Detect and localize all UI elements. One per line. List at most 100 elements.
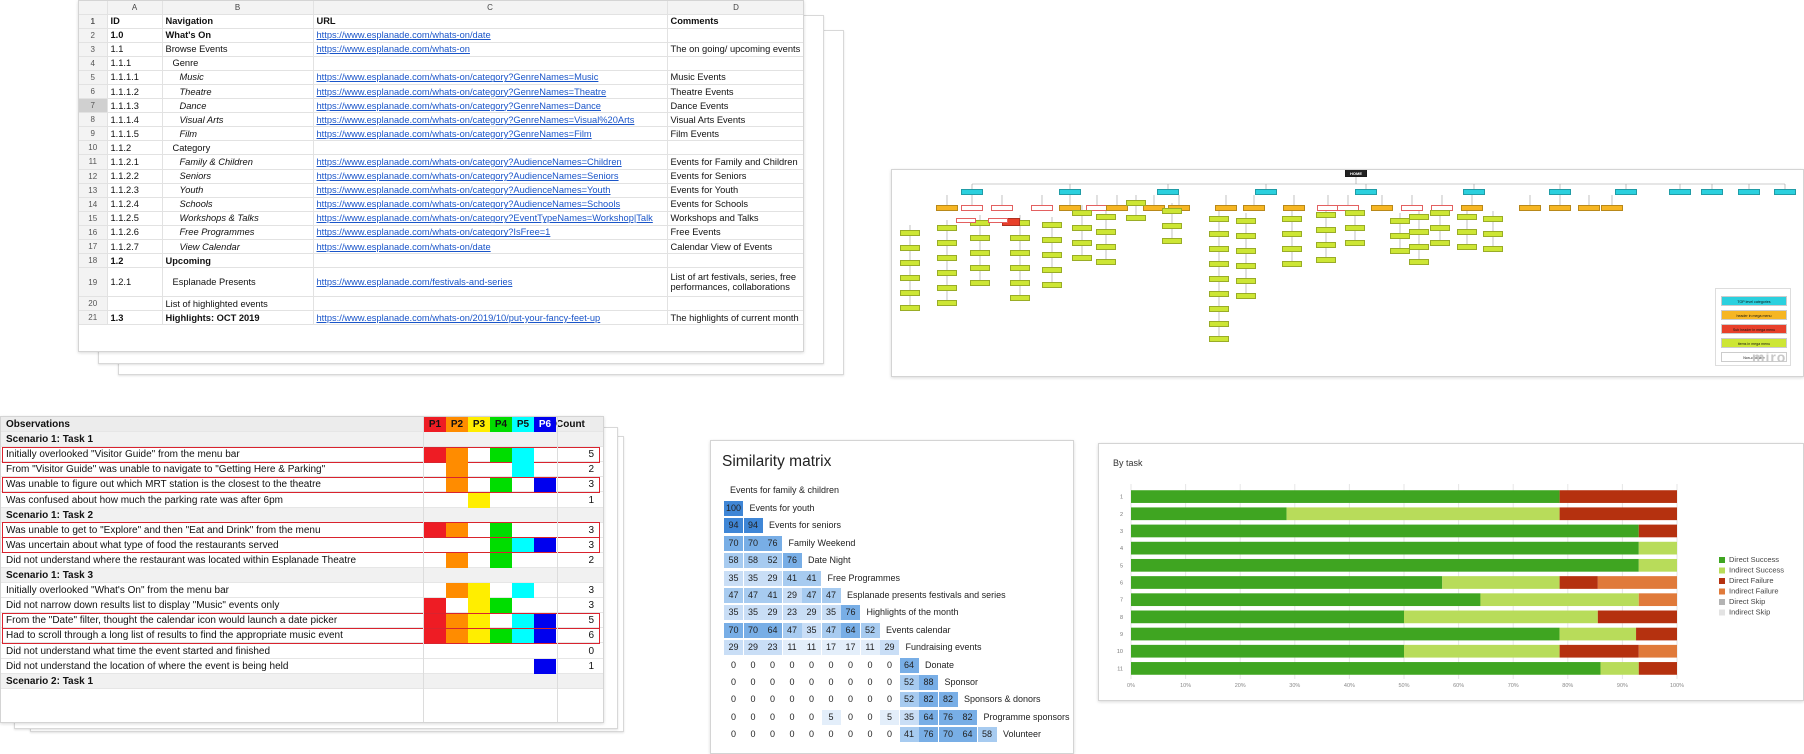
row-number[interactable]: 9 <box>79 126 108 142</box>
url-link[interactable]: https://www.esplanade.com/whats-on/categ… <box>313 169 668 184</box>
navigation-cell[interactable]: Highlights: OCT 2019 <box>162 310 314 326</box>
row-number[interactable]: 4 <box>79 56 108 71</box>
comment-cell[interactable]: Calendar View of Events <box>667 239 803 255</box>
header-cell[interactable]: URL <box>313 14 668 29</box>
id-cell[interactable]: 1.2.1 <box>107 267 163 298</box>
navigation-cell[interactable]: Genre <box>162 56 314 71</box>
comment-cell[interactable]: List of art festivals, series, free perf… <box>667 267 803 298</box>
id-cell[interactable]: 1.1.2.4 <box>107 197 163 212</box>
comment-cell[interactable]: Music Events <box>667 70 803 85</box>
id-cell[interactable]: 1.1.2.6 <box>107 225 163 241</box>
url-link[interactable]: https://www.esplanade.com/whats-on/categ… <box>313 183 668 198</box>
id-cell[interactable]: 1.1.2.2 <box>107 169 163 184</box>
url-link[interactable]: https://www.esplanade.com/whats-on/categ… <box>313 154 668 170</box>
navigation-cell[interactable]: Schools <box>162 197 314 212</box>
comment-cell[interactable] <box>667 253 803 269</box>
id-cell[interactable]: 1.1.1.4 <box>107 112 163 128</box>
id-cell[interactable]: 1.3 <box>107 310 163 326</box>
row-number[interactable]: 10 <box>79 140 108 156</box>
url-link[interactable] <box>313 253 668 269</box>
comment-cell[interactable]: Events for Schools <box>667 197 803 212</box>
url-link[interactable]: https://www.esplanade.com/whats-on/categ… <box>313 197 668 212</box>
comment-cell[interactable]: Dance Events <box>667 98 803 114</box>
id-cell[interactable]: 1.1.1.2 <box>107 84 163 100</box>
url-link[interactable]: https://www.esplanade.com/whats-on/date <box>313 28 668 43</box>
id-cell[interactable]: 1.1.1.5 <box>107 126 163 142</box>
navigation-cell[interactable]: Film <box>162 126 314 142</box>
row-number[interactable]: 6 <box>79 84 108 100</box>
row-number[interactable]: 15 <box>79 211 108 226</box>
url-link[interactable]: https://www.esplanade.com/whats-on <box>313 42 668 57</box>
navigation-cell[interactable]: Music <box>162 70 314 85</box>
id-cell[interactable]: 1.1.2.1 <box>107 154 163 170</box>
url-link[interactable]: https://www.esplanade.com/whats-on/categ… <box>313 84 668 100</box>
comment-cell[interactable]: Theatre Events <box>667 84 803 100</box>
navigation-cell[interactable]: Esplanade Presents <box>162 267 314 298</box>
url-link[interactable]: https://www.esplanade.com/whats-on/categ… <box>313 126 668 142</box>
row-number[interactable]: 21 <box>79 310 108 326</box>
id-cell[interactable]: 1.1.2.3 <box>107 183 163 198</box>
navigation-cell[interactable]: List of highlighted events <box>162 296 314 312</box>
url-link[interactable]: https://www.esplanade.com/whats-on/2019/… <box>313 310 668 326</box>
row-number[interactable]: 20 <box>79 296 108 312</box>
comment-cell[interactable] <box>667 140 803 156</box>
id-cell[interactable]: 1.1.2.5 <box>107 211 163 226</box>
navigation-cell[interactable]: Free Programmes <box>162 225 314 241</box>
row-number[interactable]: 19 <box>79 267 108 298</box>
url-link[interactable] <box>313 56 668 71</box>
row-number[interactable]: 12 <box>79 169 108 184</box>
navigation-cell[interactable]: Browse Events <box>162 42 314 57</box>
url-link[interactable]: https://www.esplanade.com/whats-on/categ… <box>313 98 668 114</box>
url-link[interactable]: https://www.esplanade.com/whats-on/categ… <box>313 112 668 128</box>
id-cell[interactable]: 1.1.1.3 <box>107 98 163 114</box>
navigation-cell[interactable]: Family & Children <box>162 154 314 170</box>
navigation-cell[interactable]: View Calendar <box>162 239 314 255</box>
column-letter-A[interactable]: A <box>107 1 163 15</box>
id-cell[interactable]: 1.1.1 <box>107 56 163 71</box>
comment-cell[interactable] <box>667 56 803 71</box>
id-cell[interactable]: 1.2 <box>107 253 163 269</box>
comment-cell[interactable]: Visual Arts Events <box>667 112 803 128</box>
row-number[interactable]: 18 <box>79 253 108 269</box>
column-letter-C[interactable]: C <box>313 1 668 15</box>
id-cell[interactable]: 1.1.2 <box>107 140 163 156</box>
column-letter-D[interactable]: D <box>667 1 803 15</box>
url-link[interactable] <box>313 140 668 156</box>
navigation-cell[interactable]: Workshops & Talks <box>162 211 314 226</box>
navigation-cell[interactable]: Seniors <box>162 169 314 184</box>
comment-cell[interactable]: Free Events <box>667 225 803 241</box>
row-number[interactable]: 5 <box>79 70 108 85</box>
id-cell[interactable] <box>107 296 163 312</box>
row-number[interactable]: 14 <box>79 197 108 212</box>
navigation-cell[interactable]: Youth <box>162 183 314 198</box>
navigation-cell[interactable]: Category <box>162 140 314 156</box>
comment-cell[interactable]: Film Events <box>667 126 803 142</box>
row-number[interactable]: 16 <box>79 225 108 241</box>
row-number[interactable]: 3 <box>79 42 108 57</box>
row-number[interactable]: 1 <box>79 14 108 29</box>
url-link[interactable] <box>313 296 668 312</box>
comment-cell[interactable]: Events for Youth <box>667 183 803 198</box>
id-cell[interactable]: 1.0 <box>107 28 163 43</box>
row-number[interactable]: 17 <box>79 239 108 255</box>
navigation-cell[interactable]: What's On <box>162 28 314 43</box>
comment-cell[interactable] <box>667 28 803 43</box>
navigation-cell[interactable]: Upcoming <box>162 253 314 269</box>
url-link[interactable]: https://www.esplanade.com/whats-on/categ… <box>313 70 668 85</box>
row-number[interactable]: 8 <box>79 112 108 128</box>
row-number[interactable]: 13 <box>79 183 108 198</box>
url-link[interactable]: https://www.esplanade.com/whats-on/date <box>313 239 668 255</box>
comment-cell[interactable]: Events for Family and Children <box>667 154 803 170</box>
comment-cell[interactable]: The on going/ upcoming events <box>667 42 803 57</box>
url-link[interactable]: https://www.esplanade.com/festivals-and-… <box>313 267 668 298</box>
comment-cell[interactable] <box>667 296 803 312</box>
url-link[interactable]: https://www.esplanade.com/whats-on/categ… <box>313 225 668 241</box>
navigation-cell[interactable]: Dance <box>162 98 314 114</box>
row-number[interactable]: 2 <box>79 28 108 43</box>
column-letter-B[interactable]: B <box>162 1 314 15</box>
comment-cell[interactable]: Events for Seniors <box>667 169 803 184</box>
header-cell[interactable]: ID <box>107 14 163 29</box>
header-cell[interactable]: Navigation <box>162 14 314 29</box>
id-cell[interactable]: 1.1.2.7 <box>107 239 163 255</box>
url-link[interactable]: https://www.esplanade.com/whats-on/categ… <box>313 211 668 226</box>
